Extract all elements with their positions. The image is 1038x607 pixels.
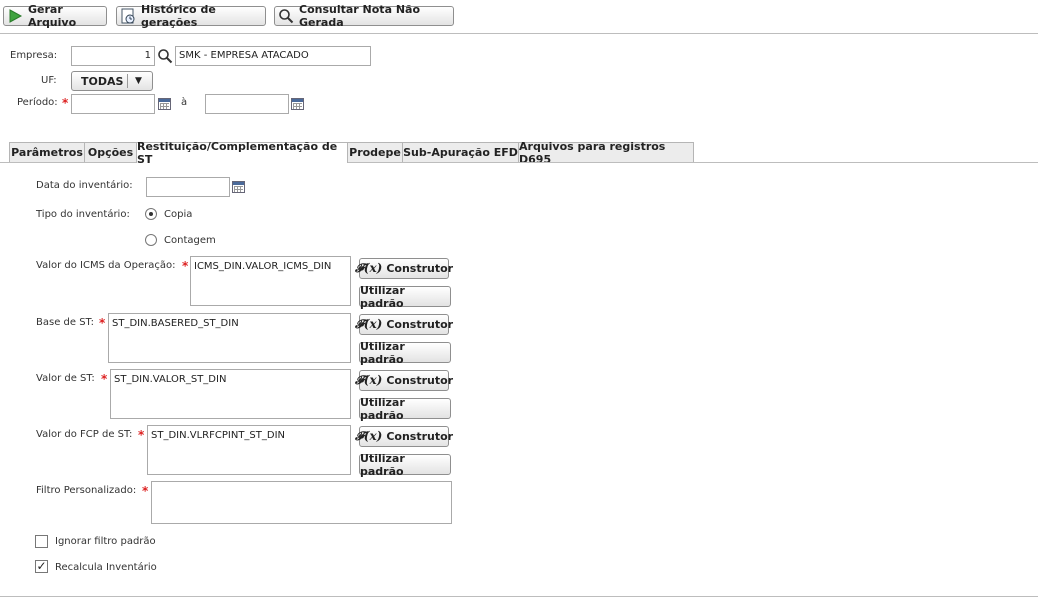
valor-fcp-label: Valor do FCP de ST: <box>36 429 133 440</box>
play-icon <box>7 8 23 24</box>
function-icon: 𝓕(x) <box>354 261 383 275</box>
empresa-code-input[interactable]: 1 <box>71 46 155 66</box>
valor-icms-textarea[interactable]: ICMS_DIN.VALOR_ICMS_DIN <box>190 256 351 306</box>
valor-fcp-padrao-button[interactable]: Utilizar padrão <box>359 452 451 478</box>
periodo-separator: à <box>181 97 188 108</box>
tab-arquivos-d695[interactable]: Arquivos para registros D695 <box>518 140 694 166</box>
base-st-padrao-button[interactable]: Utilizar padrão <box>359 340 451 366</box>
panel-bottom-divider <box>0 596 1038 597</box>
periodo-label: Período: <box>17 97 58 108</box>
periodo-required-icon: * <box>62 96 69 110</box>
ignorar-filtro-label: Ignorar filtro padrão <box>55 536 156 547</box>
radio-copia-label: Copia <box>164 209 193 220</box>
periodo-end-input[interactable] <box>205 94 289 114</box>
valor-fcp-required-icon: * <box>138 428 145 442</box>
valor-icms-construtor-button[interactable]: 𝓕(x) Construtor <box>355 258 453 279</box>
base-st-construtor-button[interactable]: 𝓕(x) Construtor <box>355 314 453 335</box>
uf-value: TODAS <box>81 74 124 88</box>
filtro-personalizado-textarea[interactable] <box>151 481 452 524</box>
construtor-label: Construtor <box>386 374 454 387</box>
filtro-required-icon: * <box>142 484 149 498</box>
radio-contagem-label: Contagem <box>164 235 216 246</box>
construtor-label: Construtor <box>386 262 454 275</box>
recalcula-inventario-checkbox[interactable]: ✓ <box>35 560 48 573</box>
gerar-arquivo-button[interactable]: Gerar Arquivo <box>3 3 107 29</box>
base-st-textarea[interactable]: ST_DIN.BASERED_ST_DIN <box>108 313 351 363</box>
valor-fcp-textarea[interactable]: ST_DIN.VLRFCPINT_ST_DIN <box>147 425 351 475</box>
search-icon <box>278 8 294 24</box>
tab-prodepe[interactable]: Prodepe <box>347 142 403 162</box>
historico-geracoes-button[interactable]: Histórico de gerações <box>116 3 266 29</box>
valor-st-textarea[interactable]: ST_DIN.VALOR_ST_DIN <box>110 369 351 419</box>
tab-sub-apuracao[interactable]: Sub-Apuração EFD <box>402 142 519 162</box>
function-icon: 𝓕(x) <box>354 317 383 331</box>
history-icon <box>120 8 136 24</box>
valor-fcp-construtor-button[interactable]: 𝓕(x) Construtor <box>355 426 453 447</box>
empresa-label: Empresa: <box>10 50 58 61</box>
valor-icms-label: Valor do ICMS da Operação: <box>36 260 176 271</box>
periodo-start-input[interactable] <box>71 94 155 114</box>
data-inventario-input[interactable] <box>146 177 230 197</box>
periodo-end-calendar-icon[interactable] <box>291 98 304 110</box>
construtor-label: Construtor <box>386 430 454 443</box>
valor-st-required-icon: * <box>101 372 108 386</box>
empresa-search-icon[interactable] <box>157 48 173 67</box>
toolbar-divider <box>0 33 1038 34</box>
chevron-down-icon: ▼ <box>135 76 142 86</box>
radio-contagem[interactable] <box>145 234 157 246</box>
ignorar-filtro-checkbox[interactable] <box>35 535 48 548</box>
function-icon: 𝓕(x) <box>354 373 383 387</box>
tab-restituicao[interactable]: Restituição/Complementação de ST <box>136 140 348 166</box>
historico-geracoes-label: Histórico de gerações <box>141 3 216 29</box>
base-st-label: Base de ST: <box>36 317 94 328</box>
valor-st-construtor-button[interactable]: 𝓕(x) Construtor <box>355 370 453 391</box>
data-inventario-label: Data do inventário: <box>36 180 133 191</box>
periodo-start-calendar-icon[interactable] <box>158 98 171 110</box>
recalcula-inventario-label: Recalcula Inventário <box>55 562 157 573</box>
gerar-arquivo-label: Gerar Arquivo <box>28 3 77 29</box>
valor-st-label: Valor de ST: <box>36 373 95 384</box>
tipo-inventario-label: Tipo do inventário: <box>36 209 130 220</box>
construtor-label: Construtor <box>386 318 454 331</box>
filtro-personalizado-label: Filtro Personalizado: <box>36 485 137 496</box>
function-icon: 𝓕(x) <box>354 429 383 443</box>
data-inventario-calendar-icon[interactable] <box>232 181 245 193</box>
empresa-name-field: SMK - EMPRESA ATACADO <box>175 46 371 66</box>
consultar-nota-label: Consultar Nota Não Gerada <box>299 3 421 29</box>
valor-st-padrao-button[interactable]: Utilizar padrão <box>359 396 451 422</box>
tab-opcoes[interactable]: Opções <box>84 142 137 162</box>
consultar-nota-button[interactable]: Consultar Nota Não Gerada <box>274 3 454 29</box>
uf-select[interactable]: TODAS ▼ <box>71 71 153 91</box>
valor-icms-padrao-button[interactable]: Utilizar padrão <box>359 284 451 310</box>
radio-copia[interactable] <box>145 208 157 220</box>
base-st-required-icon: * <box>99 316 106 330</box>
uf-label: UF: <box>41 75 57 86</box>
valor-icms-required-icon: * <box>182 259 189 273</box>
tab-parametros[interactable]: Parâmetros <box>9 142 85 162</box>
